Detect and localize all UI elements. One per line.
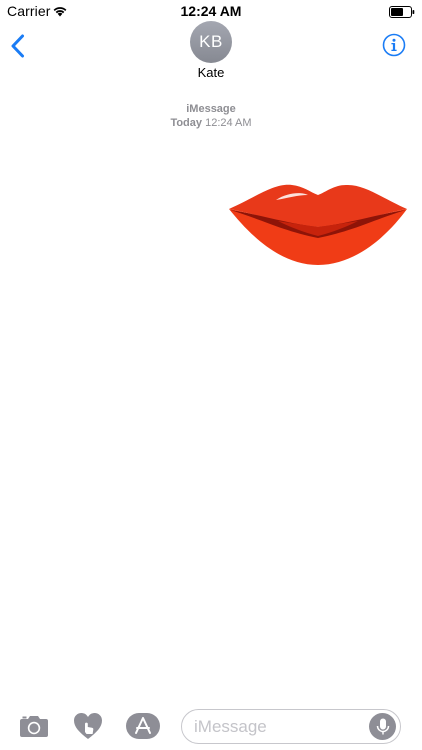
time-label: 12:24 AM: [205, 117, 252, 129]
timestamp-line: Today 12:24 AM: [0, 116, 422, 130]
status-bar: Carrier 12:24 AM: [0, 0, 422, 22]
contact-name[interactable]: Kate: [0, 65, 422, 80]
message-input-box[interactable]: [181, 709, 401, 744]
dictation-button[interactable]: [369, 713, 396, 740]
app-store-button[interactable]: [126, 711, 160, 741]
lips-sticker-message[interactable]: [228, 183, 408, 272]
clock: 12:24 AM: [180, 3, 242, 19]
camera-icon: [20, 716, 48, 737]
digital-touch-button[interactable]: [71, 711, 105, 741]
red-lips-sticker-icon: [229, 184, 407, 265]
app-store-icon: [126, 713, 160, 739]
microphone-icon: [376, 718, 389, 734]
contact-avatar[interactable]: KB: [190, 21, 232, 63]
day-label: Today: [170, 117, 203, 129]
avatar-initials: KB: [199, 32, 223, 51]
heart-touch-icon: [74, 713, 102, 739]
compose-toolbar: [0, 703, 422, 750]
service-label: iMessage: [186, 103, 236, 115]
chevron-left-icon: [11, 34, 24, 58]
info-button[interactable]: [382, 33, 406, 62]
thread-timestamp: iMessage Today 12:24 AM: [0, 102, 422, 130]
battery-icon: [389, 5, 415, 23]
info-icon: [382, 33, 406, 57]
camera-button[interactable]: [17, 711, 51, 741]
message-input[interactable]: [194, 716, 364, 738]
back-button[interactable]: [10, 34, 26, 63]
